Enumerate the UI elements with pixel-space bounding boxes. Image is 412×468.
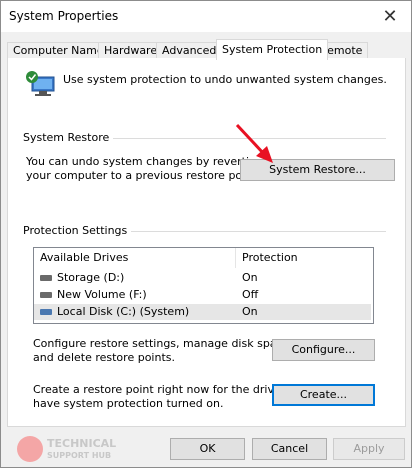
column-header-protection[interactable]: Protection — [242, 248, 298, 268]
system-protection-panel — [7, 58, 406, 427]
create-description-line1: Create a restore point right now for the… — [33, 383, 313, 396]
configure-description-line2: and delete restore points. — [33, 351, 175, 364]
watermark-line2: SUPPORT HUB — [47, 451, 112, 460]
drive-name: Storage (D:) — [57, 271, 125, 284]
drive-name: Local Disk (C:) (System) — [57, 305, 190, 318]
red-arrow-icon — [235, 123, 273, 163]
watermark-logo-icon — [17, 436, 43, 462]
system-restore-group-title: System Restore — [23, 131, 114, 144]
tab-hardware[interactable]: Hardware — [98, 42, 164, 59]
create-description-line2: have system protection turned on. — [33, 397, 224, 410]
create-button[interactable]: Create... — [272, 384, 375, 406]
protection-settings-group-title: Protection Settings — [23, 224, 132, 237]
system-restore-description-line1: You can undo system changes by reverting — [26, 155, 263, 168]
cancel-button[interactable]: Cancel — [252, 438, 327, 460]
system-properties-window: System Properties ✕ Computer Name Hardwa… — [0, 0, 412, 468]
drive-row-local-disk-c[interactable]: Local Disk (C:) (System) On — [34, 304, 371, 320]
apply-button[interactable]: Apply — [333, 438, 405, 460]
drive-name: New Volume (F:) — [57, 288, 147, 301]
title-bar[interactable]: System Properties ✕ — [1, 1, 411, 32]
drives-list[interactable]: Available Drives Protection Storage (D:)… — [33, 247, 374, 324]
drive-protection-status: Off — [242, 288, 259, 301]
close-icon[interactable]: ✕ — [379, 5, 401, 27]
ok-button[interactable]: OK — [170, 438, 245, 460]
watermark-line1: TECHNICAL — [47, 437, 117, 450]
drive-protection-status: On — [242, 271, 258, 284]
computer-shield-icon — [26, 71, 55, 96]
drive-row-storage-d[interactable]: Storage (D:) On — [34, 270, 371, 286]
window-title: System Properties — [9, 9, 119, 23]
intro-text: Use system protection to undo unwanted s… — [63, 73, 387, 86]
system-drive-icon — [40, 309, 52, 315]
tab-advanced[interactable]: Advanced — [156, 42, 223, 59]
column-header-drives[interactable]: Available Drives — [40, 248, 128, 268]
tab-system-protection[interactable]: System Protection — [216, 39, 329, 60]
column-divider[interactable] — [235, 248, 236, 268]
configure-button[interactable]: Configure... — [272, 339, 375, 361]
drive-protection-status: On — [242, 305, 258, 318]
system-restore-description-line2: your computer to a previous restore poin… — [26, 169, 260, 182]
drive-icon — [40, 275, 52, 281]
drive-row-new-volume-f[interactable]: New Volume (F:) Off — [34, 287, 371, 303]
tab-computer-name[interactable]: Computer Name — [7, 42, 110, 59]
configure-description-line1: Configure restore settings, manage disk … — [33, 337, 293, 350]
drive-icon — [40, 292, 52, 298]
